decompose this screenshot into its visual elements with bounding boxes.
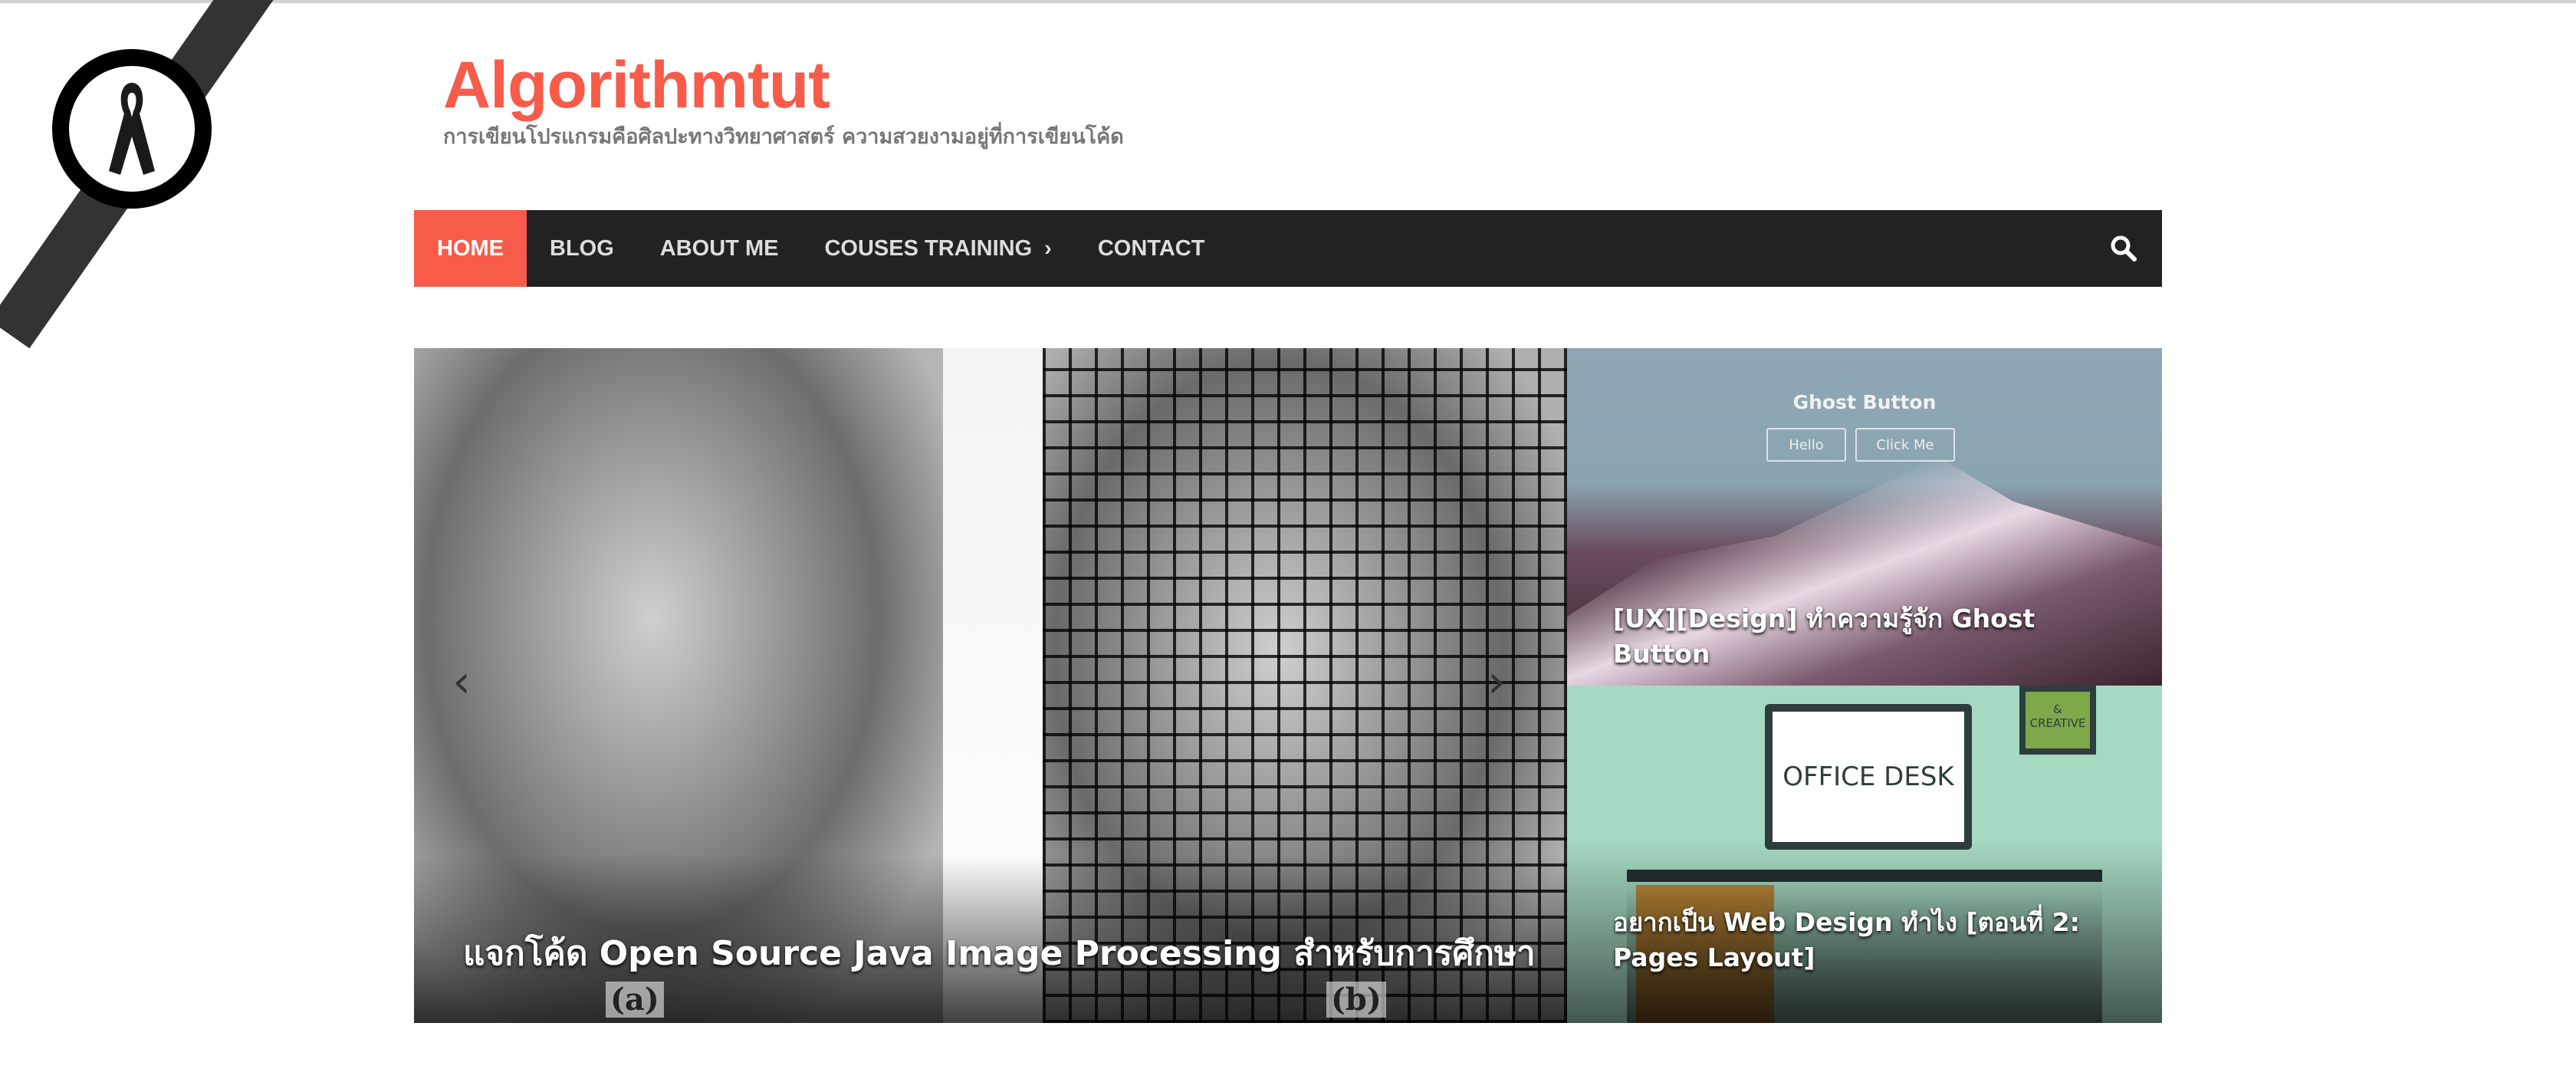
nav-home[interactable]: HOME	[414, 210, 527, 287]
nav-blog[interactable]: BLOG	[527, 210, 637, 287]
nav-about-me[interactable]: ABOUT ME	[637, 210, 802, 287]
featured-post-web-design[interactable]: OFFICE DESK & CREATIVE อยากเป็น Web Desi…	[1567, 686, 2162, 1023]
nav-contact[interactable]: CONTACT	[1075, 210, 1228, 287]
site-title[interactable]: Algorithmtut	[443, 48, 830, 123]
black-ribbon-icon	[109, 83, 155, 175]
slider-next-arrow[interactable]: ›	[1487, 655, 1506, 709]
nav-courses-training[interactable]: COUSES TRAINING ›	[801, 210, 1074, 287]
search-icon[interactable]	[2108, 233, 2139, 264]
main-slider[interactable]: (a) (b) ‹ › แจกโค้ด Open Source Java Ima…	[414, 348, 1567, 1023]
nav-courses-label: COUSES TRAINING	[824, 235, 1033, 261]
slide-caption[interactable]: แจกโค้ด Open Source Java Image Processin…	[463, 926, 1536, 980]
chevron-right-icon: ›	[1044, 235, 1052, 261]
mourning-ribbon-badge	[52, 49, 212, 209]
office-desk-monitor: OFFICE DESK	[1765, 704, 1972, 850]
image-title: Ghost Button	[1792, 391, 1937, 413]
image-label-b: (b)	[1326, 982, 1386, 1018]
creative-frame: & CREATIVE	[2019, 686, 2096, 755]
image-click-me-button: Click Me	[1855, 428, 1955, 462]
slider-prev-arrow[interactable]: ‹	[452, 655, 471, 709]
featured-post-ghost-button[interactable]: Ghost Button Hello Click Me [UX][Design]…	[1567, 348, 2162, 686]
image-label-a: (a)	[606, 982, 664, 1018]
image-hello-button: Hello	[1766, 428, 1846, 462]
main-nav: HOME BLOG ABOUT ME COUSES TRAINING › CONT…	[414, 210, 2162, 287]
featured-caption-1[interactable]: [UX][Design] ทำความรู้จัก Ghost Button	[1613, 601, 2134, 672]
browser-top-border	[0, 0, 2576, 3]
featured-caption-2[interactable]: อยากเป็น Web Design ทำไง [ตอนที่ 2: Page…	[1613, 905, 2134, 975]
site-tagline: การเขียนโปรแกรมคือศิลปะทางวิทยาศาสตร์ คว…	[443, 125, 1124, 149]
